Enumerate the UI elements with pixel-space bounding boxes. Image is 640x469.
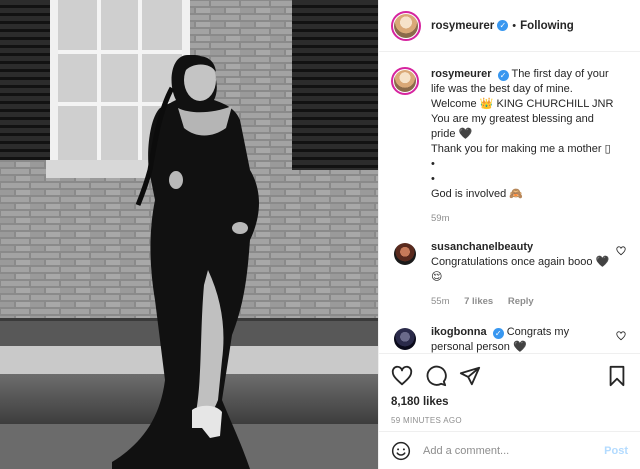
caption-time[interactable]: 59m [431, 213, 449, 224]
caption-line: Welcome 👑 KING CHURCHILL JNR [431, 98, 614, 110]
verified-icon: ✓ [492, 328, 504, 339]
caption-line: • [431, 158, 435, 170]
author-username[interactable]: rosymeurer [431, 20, 494, 32]
comment-item: susanchanelbeauty Congratulations once a… [391, 240, 628, 309]
post-actions: 8,180 likes 59 MINUTES AGO [379, 353, 640, 425]
post-header: rosymeurer ✓ • Following [379, 0, 640, 52]
comment-text: Congratulations once again booo 🖤😌 [431, 256, 610, 283]
pregnant-woman-photo [0, 0, 378, 469]
heart-icon[interactable] [616, 246, 626, 256]
verified-icon: ✓ [497, 70, 509, 81]
caption: rosymeurer ✓ The first day of your life … [391, 67, 628, 226]
commenter-avatar[interactable] [391, 240, 419, 268]
caption-username[interactable]: rosymeurer [431, 68, 492, 80]
verified-icon: ✓ [497, 20, 509, 31]
avatar-image [394, 243, 416, 265]
likes-count[interactable]: 8,180 likes [391, 396, 628, 408]
heart-icon[interactable] [616, 331, 626, 341]
post-photo[interactable] [0, 0, 378, 469]
emoji-icon[interactable] [391, 441, 411, 461]
comment-input[interactable] [423, 444, 605, 457]
comment-time[interactable]: 55m [431, 296, 449, 307]
commenter-avatar[interactable] [391, 325, 419, 353]
post-timestamp: 59 MINUTES AGO [391, 416, 462, 425]
comments-list[interactable]: rosymeurer ✓ The first day of your life … [379, 53, 640, 353]
caption-line: Thank you for making me a mother ▯ [431, 143, 611, 155]
caption-meta: 59m [431, 211, 614, 226]
instagram-post: rosymeurer ✓ • Following rosymeurer ✓ Th… [0, 0, 640, 469]
comment-item: ikogbonna ✓ Congrats my personal person … [391, 325, 628, 353]
caption-line: You are my greatest blessing and pride 🖤 [431, 113, 594, 140]
post-comment-button[interactable]: Post [604, 445, 628, 457]
comment-body: susanchanelbeauty Congratulations once a… [431, 240, 628, 309]
author-avatar[interactable] [391, 67, 419, 95]
comment-body: ikogbonna ✓ Congrats my personal person … [431, 325, 628, 353]
following-button[interactable]: Following [520, 20, 574, 32]
comment-username[interactable]: ikogbonna [431, 326, 487, 338]
post-side-panel: rosymeurer ✓ • Following rosymeurer ✓ Th… [378, 0, 640, 469]
author-avatar[interactable] [391, 10, 421, 41]
separator-dot: • [512, 19, 517, 32]
comment-icon[interactable] [425, 365, 447, 387]
caption-line: • [431, 173, 435, 185]
heart-icon[interactable] [391, 365, 413, 387]
comment-username[interactable]: susanchanelbeauty [431, 241, 533, 253]
bookmark-icon[interactable] [606, 365, 628, 387]
avatar-image [394, 13, 418, 38]
add-comment-bar: Post [379, 431, 640, 469]
reply-button[interactable]: Reply [508, 296, 534, 307]
action-icons [391, 362, 628, 390]
caption-line: God is involved 🙈 [431, 188, 523, 200]
share-icon[interactable] [459, 365, 481, 387]
avatar-image [394, 328, 416, 350]
avatar-image [394, 70, 416, 92]
comment-meta: 55m 7 likes Reply [431, 294, 614, 309]
caption-body: rosymeurer ✓ The first day of your life … [431, 67, 628, 226]
comment-likes[interactable]: 7 likes [464, 296, 493, 307]
